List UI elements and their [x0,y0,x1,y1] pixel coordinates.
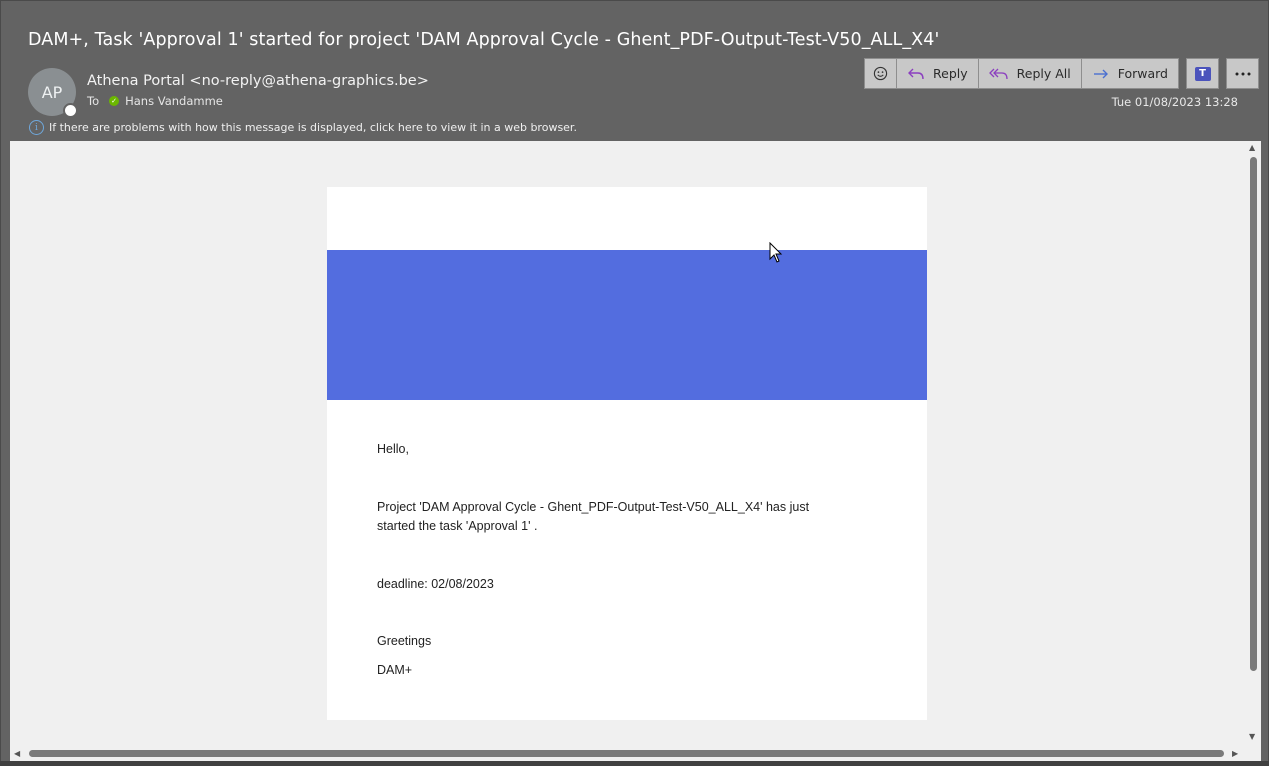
sender-name[interactable]: Athena Portal <no-reply@athena-graphics.… [87,73,429,89]
email-body-card: Hello, Project 'DAM Approval Cycle - Ghe… [327,187,927,720]
info-text[interactable]: If there are problems with how this mess… [49,121,577,134]
reading-pane: Hello, Project 'DAM Approval Cycle - Ghe… [10,141,1245,745]
recipient-name[interactable]: Hans Vandamme [125,94,223,108]
reply-label: Reply [933,66,968,81]
body-line-1: Project 'DAM Approval Cycle - Ghent_PDF-… [377,500,810,514]
mouse-cursor-icon [769,242,783,263]
email-window: DAM+, Task 'Approval 1' started for proj… [0,0,1269,766]
more-icon [1235,72,1250,75]
body-line-2: started the task 'Approval 1' . [377,519,538,533]
presence-status-icon [63,103,78,118]
teams-button[interactable]: T [1186,58,1219,89]
scroll-right-icon[interactable]: ▶ [1232,750,1238,758]
horizontal-scroll-thumb[interactable] [29,750,1224,757]
info-icon: i [29,120,44,135]
scroll-left-icon[interactable]: ◀ [14,750,20,758]
reply-button[interactable]: Reply [896,58,979,89]
forward-icon [1093,69,1108,78]
closing-text: Greetings [377,634,432,648]
email-subject: DAM+, Task 'Approval 1' started for proj… [28,30,940,50]
vertical-scrollbar[interactable]: ▲ ▼ [1245,141,1261,745]
reply-icon [908,68,924,79]
scroll-up-icon[interactable]: ▲ [1249,144,1255,152]
email-banner [327,250,927,400]
signature-text: DAM+ [377,663,413,677]
scrollbar-corner [1245,745,1261,762]
smiley-icon [873,66,888,81]
reply-all-label: Reply All [1016,66,1071,81]
forward-label: Forward [1117,66,1168,81]
message-toolbar: Reply Reply All Forward T [864,58,1259,89]
teams-icon: T [1194,66,1211,81]
info-bar[interactable]: i If there are problems with how this me… [29,120,577,135]
forward-button[interactable]: Forward [1080,58,1179,89]
sent-date: Tue 01/08/2023 13:28 [1111,95,1238,109]
window-bottom-edge [0,761,1269,766]
reply-all-button[interactable]: Reply All [977,58,1082,89]
deadline-text: deadline: 02/08/2023 [377,577,494,591]
recipients-row: To ✓ Hans Vandamme [87,94,223,108]
greeting-text: Hello, [377,442,409,456]
emoji-reaction-button[interactable] [864,58,897,89]
scroll-down-icon[interactable]: ▼ [1249,733,1255,741]
reply-all-icon [988,68,1008,79]
vertical-scroll-thumb[interactable] [1250,157,1257,671]
horizontal-scrollbar[interactable]: ◀ ▶ [10,745,1245,762]
to-label: To [87,94,100,108]
available-check-icon: ✓ [109,96,120,106]
more-actions-button[interactable] [1226,58,1259,89]
